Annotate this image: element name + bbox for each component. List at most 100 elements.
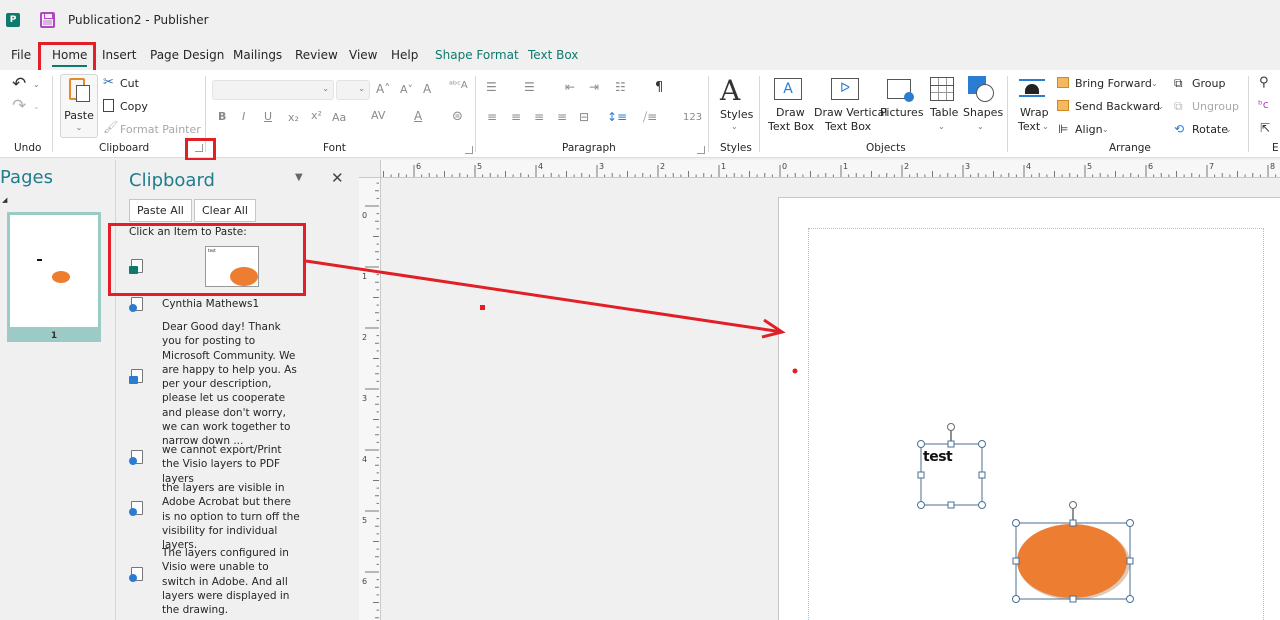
send-backward-button[interactable]: Send Backward [1075,100,1160,113]
tab-review[interactable]: Review [295,48,338,62]
vertical-ruler[interactable]: 0 1 2 3 4 5 6 [359,178,381,620]
paragraph-shading-icon[interactable]: ⧸≡ [643,110,657,125]
replace-icon[interactable]: ᵇc [1258,98,1269,111]
font-name-dropdown[interactable]: ⌄ [212,80,334,100]
draw-vertical-text-box-label-1[interactable]: Draw Vertical [814,106,887,119]
draw-vertical-text-box-label-2[interactable]: Text Box [825,120,871,133]
distribute-icon[interactable]: ⊟ [579,110,589,124]
decrease-indent-icon[interactable]: ⇤ [565,80,575,94]
clipboard-item[interactable]: Cynthia Mathews1 [162,297,302,311]
ruler-label: 1 [721,162,726,171]
format-painter-button[interactable]: Format Painter [120,123,201,136]
undo-dropdown-icon[interactable]: ⌄ [33,80,40,89]
italic-button[interactable]: I [242,110,245,123]
clear-formatting-icon[interactable]: A [423,82,431,96]
tab-file[interactable]: File [11,48,31,62]
text-box-content[interactable]: test [923,449,953,465]
tab-mailings[interactable]: Mailings [233,48,282,62]
group-button[interactable]: Group [1192,77,1226,90]
subscript-button[interactable]: x₂ [288,111,299,124]
close-pane-icon[interactable]: ✕ [331,169,344,187]
show-marks-button[interactable]: ¶ [655,80,663,95]
align-button[interactable]: Align [1075,123,1103,136]
text-direction-icon[interactable]: ⊜ [452,109,463,124]
underline-button[interactable]: U [264,110,272,123]
ruler-label: 5 [1087,162,1092,171]
align-icon: ⊫ [1058,122,1069,136]
shapes-button[interactable]: Shapes [963,106,1003,119]
tab-text-box[interactable]: Text Box [528,48,578,62]
clear-all-button[interactable]: Clear All [194,199,256,222]
styles-dropdown-icon[interactable]: ⌄ [731,122,738,131]
draw-vertical-text-box-icon: ᐅ [831,78,859,100]
word-doc-icon [129,369,143,384]
draw-text-box-label-2[interactable]: Text Box [768,120,814,133]
align-left-icon[interactable]: ≡ [487,110,497,124]
ungroup-button[interactable]: Ungroup [1192,100,1239,113]
pictures-button[interactable]: Pictures [880,106,924,119]
horizontal-ruler[interactable]: 6 5 4 3 2 1 0 1 2 3 4 5 6 7 8 [381,160,1280,178]
group-label-editing: E [1272,142,1279,154]
redo-icon[interactable]: ↷ [12,96,26,116]
grow-font-icon[interactable]: A˄ [376,82,390,96]
wrap-text-dropdown-icon[interactable]: ⌄ [1042,122,1049,131]
tab-view[interactable]: View [349,48,377,62]
wrap-text-label-1[interactable]: Wrap [1020,106,1049,119]
paste-dropdown-icon[interactable]: ⌄ [61,123,97,132]
change-case-button[interactable]: Aa [332,111,346,124]
rotate-dropdown-icon[interactable]: ⌄ [1225,125,1232,134]
numbering-format-button[interactable]: 123 [683,112,702,123]
columns-icon[interactable]: ☷ [615,80,626,94]
bold-button[interactable]: B [218,110,226,123]
increase-indent-icon[interactable]: ⇥ [589,80,599,94]
numbering-icon[interactable]: ☰ [524,80,535,94]
wrap-text-label-2[interactable]: Text [1018,120,1040,133]
character-spacing-button[interactable]: AV [371,109,385,122]
bring-forward-dropdown-icon[interactable]: ⌄ [1151,79,1158,88]
select-icon[interactable]: ⇱ [1260,121,1270,135]
send-backward-dropdown-icon[interactable]: ⌄ [1157,102,1164,111]
paste-all-button[interactable]: Paste All [129,199,192,222]
text-effects-icon[interactable]: ᵃᵇᶜA [449,80,468,91]
align-dropdown-icon[interactable]: ⌄ [1102,125,1109,134]
redo-dropdown-icon[interactable]: ⌄ [33,102,40,111]
superscript-button[interactable]: x² [311,109,322,122]
ruler-label: 2 [362,333,367,342]
save-icon[interactable] [40,12,55,28]
undo-icon[interactable]: ↶ [12,74,26,94]
ruler-label: 2 [660,162,665,171]
page-thumbnail[interactable]: 1 [7,212,101,342]
table-button[interactable]: Table [930,106,958,119]
tab-page-design[interactable]: Page Design [150,48,224,62]
paste-button[interactable]: Paste ⌄ [60,74,98,138]
font-dialog-launcher-icon[interactable] [465,146,473,154]
bullets-icon[interactable]: ☰ [486,80,497,94]
align-center-icon[interactable]: ≡ [511,110,521,124]
rotate-button[interactable]: Rotate [1192,123,1228,136]
font-size-dropdown[interactable]: ⌄ [336,80,370,100]
clipboard-item[interactable]: The layers configured in Visio were unab… [162,546,302,617]
draw-text-box-label-1[interactable]: Draw [776,106,805,119]
clipboard-item[interactable]: Dear Good day! Thank you for posting to … [162,320,302,449]
clipboard-item[interactable]: we cannot export/Print the Visio layers … [162,443,302,486]
line-spacing-icon[interactable]: ↕≡ [607,110,627,124]
pane-options-dropdown-icon[interactable]: ▼ [295,172,303,183]
cut-button[interactable]: Cut [120,77,139,90]
tab-help[interactable]: Help [391,48,418,62]
clipboard-item[interactable]: the layers are visible in Adobe Acrobat … [162,481,302,552]
find-icon[interactable]: ⚲ [1259,75,1269,90]
shapes-dropdown-icon[interactable]: ⌄ [977,122,984,131]
paragraph-dialog-launcher-icon[interactable] [697,146,705,154]
shrink-font-icon[interactable]: A˅ [400,83,413,96]
tab-insert[interactable]: Insert [102,48,136,62]
styles-button[interactable]: Styles [720,108,753,121]
bring-forward-button[interactable]: Bring Forward [1075,77,1152,90]
justify-icon[interactable]: ≡ [557,110,567,124]
tab-shape-format[interactable]: Shape Format [435,48,519,62]
copy-button[interactable]: Copy [120,100,148,113]
table-dropdown-icon[interactable]: ⌄ [938,122,945,131]
font-color-button[interactable]: A [414,109,422,123]
align-right-icon[interactable]: ≡ [534,110,544,124]
collapse-triangle-icon[interactable]: ◢ [2,196,7,204]
ruler-label: 0 [362,211,367,220]
